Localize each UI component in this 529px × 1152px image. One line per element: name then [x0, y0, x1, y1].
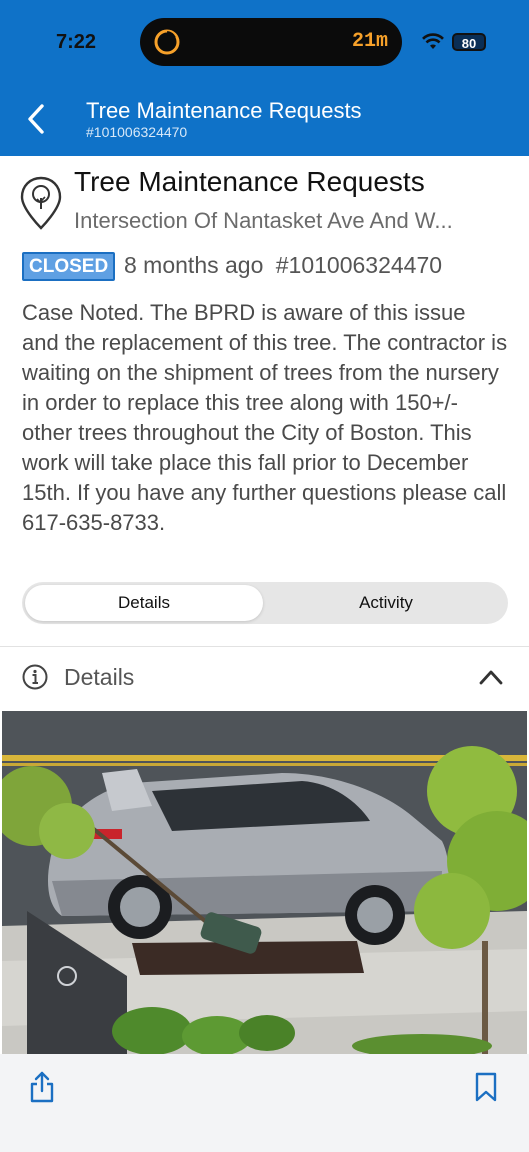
details-section-header[interactable]: Details — [64, 664, 134, 691]
status-badge: CLOSED — [22, 252, 116, 281]
case-photo-image — [2, 711, 527, 1054]
tab-activity[interactable]: Activity — [267, 585, 505, 621]
share-icon[interactable] — [28, 1070, 56, 1104]
timer-ring-icon — [154, 29, 180, 55]
info-icon — [22, 664, 48, 690]
back-chevron-icon[interactable] — [24, 102, 48, 136]
timer-text: 21m — [351, 30, 388, 53]
app-header: 7:22 21m 80 Tree Maintenance Requests #1… — [0, 0, 529, 156]
case-age: 8 months ago — [124, 252, 264, 278]
case-meta: 8 months ago #101006324470 — [124, 252, 448, 279]
divider — [0, 646, 529, 647]
wifi-icon — [422, 33, 444, 49]
case-id: #101006324470 — [275, 252, 443, 278]
tree-pin-icon — [20, 176, 62, 230]
tab-details[interactable]: Details — [25, 585, 263, 621]
case-description: Case Noted. The BPRD is aware of this is… — [22, 300, 508, 535]
bottom-toolbar — [0, 1054, 529, 1152]
status-time: 7:22 — [56, 31, 97, 53]
chevron-up-icon[interactable] — [478, 666, 504, 688]
case-photo[interactable] — [2, 711, 527, 1054]
tab-switcher: Details Activity — [22, 582, 508, 624]
case-address: Intersection Of Nantasket Ave And W... — [74, 208, 453, 233]
bookmark-icon[interactable] — [474, 1072, 498, 1102]
nav-subtitle: #101006324470 — [86, 124, 188, 140]
battery-indicator: 80 — [452, 33, 486, 51]
nav-title: Tree Maintenance Requests — [86, 98, 362, 123]
case-title: Tree Maintenance Requests — [74, 166, 425, 197]
dynamic-island[interactable]: 21m — [140, 18, 402, 66]
